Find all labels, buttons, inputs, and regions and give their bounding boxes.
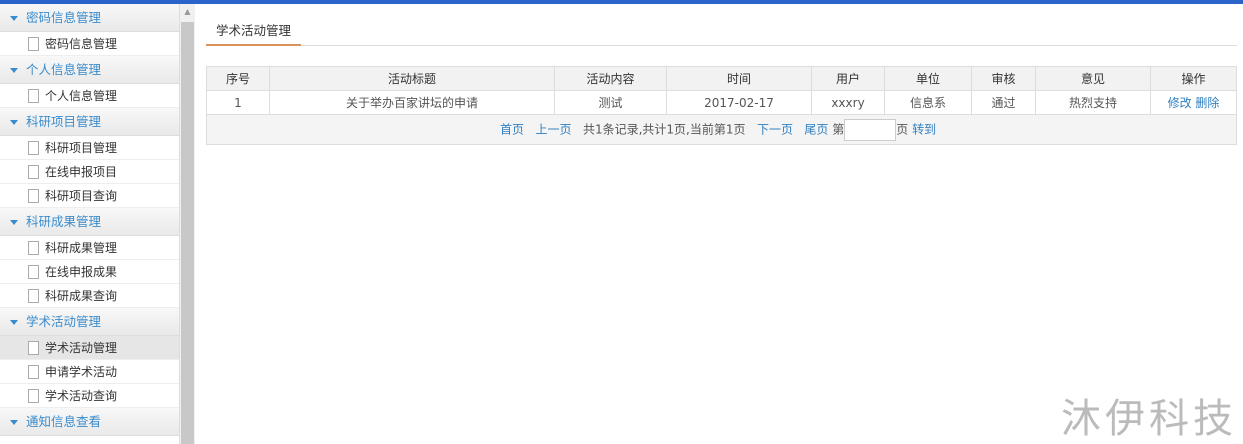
document-icon [28,264,39,279]
document-icon [28,364,39,379]
sidebar-item[interactable]: 科研项目管理 [0,136,179,160]
cell-time: 2017-02-17 [666,90,812,115]
last-page-link[interactable]: 尾页 [804,122,828,136]
document-icon [28,388,39,403]
cell-unit: 信息系 [884,90,972,115]
scrollbar-thumb[interactable] [181,22,194,444]
sidebar-item-label: 科研成果查询 [45,289,118,303]
caret-down-icon [10,16,18,21]
sidebar-group-label: 个人信息管理 [26,62,102,77]
first-page-link[interactable]: 首页 [500,122,524,136]
caret-down-icon [10,120,18,125]
sidebar-item[interactable]: 密码信息管理 [0,32,179,56]
edit-link[interactable]: 修改 [1168,96,1192,110]
watermark: 沐伊科技 [1061,396,1237,442]
document-icon [28,240,39,255]
sidebar-group-label: 科研成果管理 [26,214,102,229]
sidebar-item-label: 科研项目查询 [45,189,118,203]
sidebar-group[interactable]: 通知信息查看 [0,408,179,436]
sidebar-item-label: 学术活动查询 [45,389,118,403]
caret-down-icon [10,420,18,425]
sidebar-item-label: 个人信息管理 [45,89,118,103]
col-header: 用户 [811,66,885,91]
caret-down-icon [10,220,18,225]
sidebar-item[interactable]: 个人信息管理 [0,84,179,108]
sidebar-item[interactable]: 申请学术活动 [0,360,179,384]
col-header: 时间 [666,66,812,91]
go-link[interactable]: 转到 [912,122,936,136]
activity-table: 序号 活动标题 活动内容 时间 用户 单位 审核 意见 操作 1 关于举办百家讲… [206,66,1237,145]
col-header: 意见 [1035,66,1151,91]
document-icon [28,36,39,51]
sidebar-item-label: 科研成果管理 [45,241,118,255]
sidebar-item[interactable]: 学术活动管理 [0,336,179,360]
document-icon [28,140,39,155]
cell-actions: 修改 删除 [1150,90,1237,115]
pager-info: 共1条记录,共计1页,当前第1页 [582,122,746,136]
pager: 首页 上一页 共1条记录,共计1页,当前第1页 下一页 尾页 第 页 转到 [206,114,1237,145]
sidebar-group[interactable]: 密码信息管理 [0,4,179,32]
sidebar-item-label: 密码信息管理 [45,37,118,51]
col-header: 操作 [1150,66,1237,91]
delete-link[interactable]: 删除 [1195,96,1219,110]
cell-no: 1 [206,90,270,115]
scroll-up-icon[interactable]: ▲ [180,4,195,20]
document-icon [28,164,39,179]
cell-user: xxxry [811,90,885,115]
document-icon [28,88,39,103]
sidebar-scrollbar[interactable]: ▲ [180,4,195,444]
sidebar: 密码信息管理 密码信息管理 个人信息管理 个人信息管理 科研项目管理 科研项目管理 在线申报… [0,4,180,444]
col-header: 活动内容 [554,66,667,91]
sidebar-group-label: 学术活动管理 [26,314,102,329]
next-page-link[interactable]: 下一页 [757,122,793,136]
cell-opinion: 热烈支持 [1035,90,1151,115]
table-row: 1 关于举办百家讲坛的申请 测试 2017-02-17 xxxry 信息系 通过… [206,90,1237,115]
page-prefix: 第 [832,122,845,136]
sidebar-item[interactable]: 科研项目查询 [0,184,179,208]
tab-bar: 学术活动管理 [206,4,1237,46]
document-icon [28,188,39,203]
page-number-input[interactable] [844,118,897,141]
prev-page-link[interactable]: 上一页 [535,122,571,136]
cell-title: 关于举办百家讲坛的申请 [269,90,555,115]
sidebar-item-label: 在线申报项目 [45,165,118,179]
sidebar-item[interactable]: 科研成果管理 [0,236,179,260]
sidebar-item-label: 科研项目管理 [45,141,118,155]
page-suffix: 页 [896,122,909,136]
document-icon [28,340,39,355]
caret-down-icon [10,68,18,73]
sidebar-item-label: 申请学术活动 [45,365,118,379]
sidebar-item[interactable]: 科研成果查询 [0,284,179,308]
caret-down-icon [10,320,18,325]
main-content: 学术活动管理 序号 活动标题 活动内容 时间 用户 单位 审核 意见 操作 1 … [206,4,1237,145]
col-header: 单位 [884,66,972,91]
col-header: 序号 [206,66,270,91]
col-header: 审核 [971,66,1036,91]
sidebar-group-label: 通知信息查看 [26,414,102,429]
sidebar-item-label: 在线申报成果 [45,265,118,279]
sidebar-item[interactable]: 学术活动查询 [0,384,179,408]
sidebar-item[interactable]: 在线申报项目 [0,160,179,184]
cell-content: 测试 [554,90,667,115]
tab-academic-activity[interactable]: 学术活动管理 [206,18,302,46]
sidebar-group[interactable]: 科研成果管理 [0,208,179,236]
sidebar-group[interactable]: 学术活动管理 [0,308,179,336]
sidebar-item[interactable]: 在线申报成果 [0,260,179,284]
sidebar-item-label: 学术活动管理 [45,341,118,355]
document-icon [28,288,39,303]
sidebar-group-label: 密码信息管理 [26,10,102,25]
sidebar-group[interactable]: 个人信息管理 [0,56,179,84]
table-header-row: 序号 活动标题 活动内容 时间 用户 单位 审核 意见 操作 [206,66,1237,91]
sidebar-group-label: 科研项目管理 [26,114,102,129]
cell-review: 通过 [971,90,1036,115]
sidebar-group[interactable]: 科研项目管理 [0,108,179,136]
col-header: 活动标题 [269,66,555,91]
